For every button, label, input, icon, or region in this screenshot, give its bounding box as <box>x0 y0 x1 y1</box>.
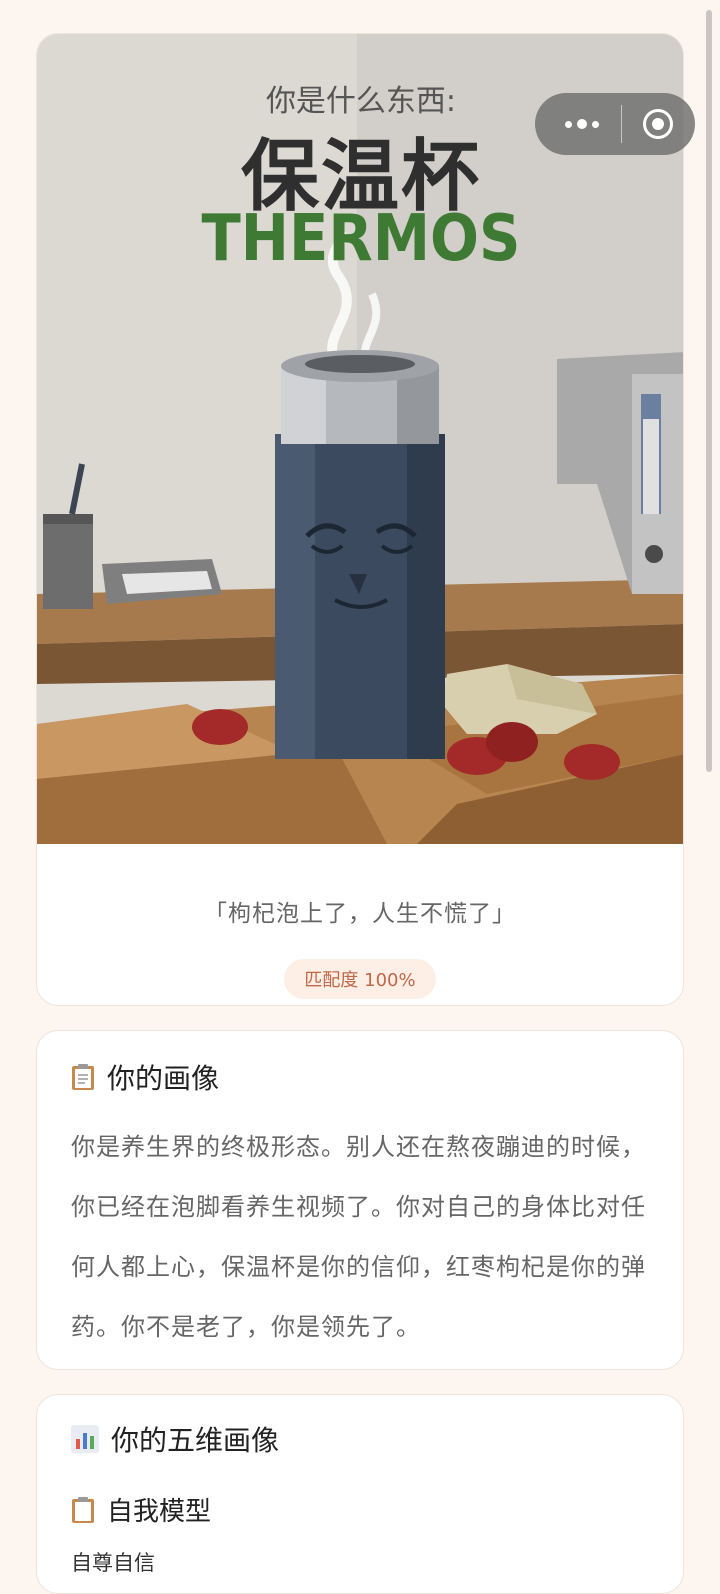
profile-description: 你是养生界的终极形态。别人还在熬夜蹦迪的时候，你已经在泡脚看养生视频了。你对自己… <box>71 1133 646 1341</box>
scrollbar[interactable] <box>706 10 712 772</box>
match-badge: 匹配度 100% <box>284 959 436 999</box>
profile-card: 你的画像 你是养生界的终极形态。别人还在熬夜蹦迪的时候，你已经在泡脚看养生视频了… <box>36 1030 684 1370</box>
clipboard-icon <box>72 1496 94 1523</box>
dimension-item-label: 自尊自信 <box>71 1551 155 1575</box>
clipboard-icon <box>72 1064 94 1090</box>
five-dimension-card: 你的五维画像 自我模型 自尊自信 <box>36 1394 684 1594</box>
five-dimension-section-title: 你的五维画像 <box>71 1419 279 1459</box>
close-miniprogram-icon[interactable] <box>643 109 673 139</box>
miniprogram-capsule <box>535 93 695 155</box>
bar-chart-icon <box>71 1425 99 1453</box>
dimension-heading: 自我模型 <box>71 1491 211 1528</box>
dimension-title: 自我模型 <box>107 1497 212 1527</box>
hero-title-en: THERMOS <box>201 202 521 276</box>
more-icon[interactable] <box>565 119 599 129</box>
five-dimension-title: 你的五维画像 <box>111 1424 280 1457</box>
result-quote: 「枸杞泡上了，人生不慌了」 <box>204 901 516 927</box>
profile-title: 你的画像 <box>107 1062 220 1095</box>
result-card: 你是什么东西: 保温杯 THERMOS 「枸杞泡上了，人生不慌了」 匹配度 10… <box>36 33 684 1006</box>
capsule-divider <box>620 105 622 143</box>
profile-section-title: 你的画像 <box>71 1057 219 1097</box>
